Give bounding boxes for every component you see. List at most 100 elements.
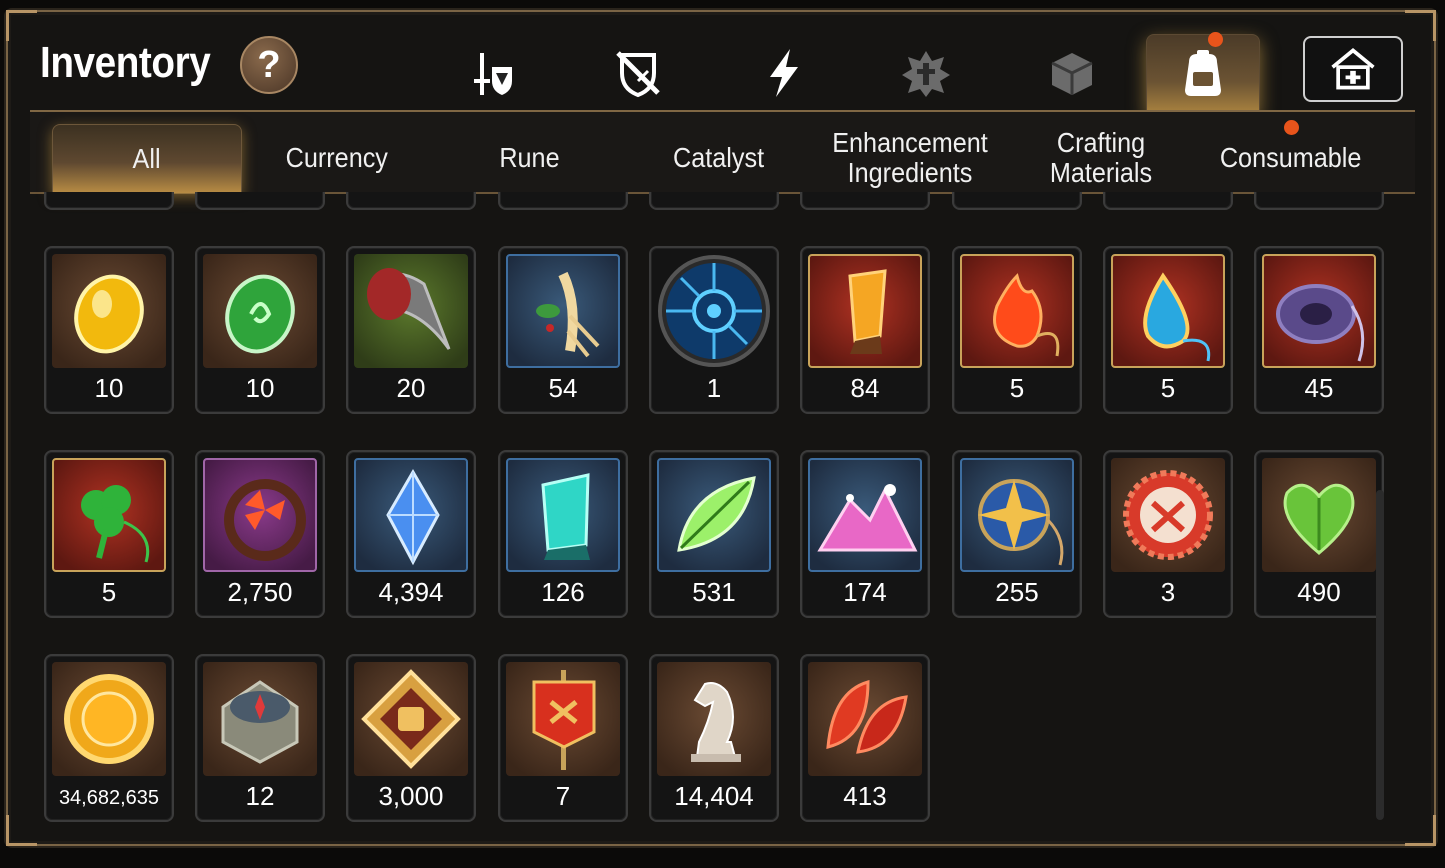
item-slot[interactable]: 34,682,635 [44, 654, 174, 822]
item-slot[interactable]: 12 [195, 654, 325, 822]
item-icon-frame [808, 458, 922, 572]
item-slot[interactable]: 14,404 [649, 654, 779, 822]
item-slot[interactable]: 531 [649, 450, 779, 618]
item-slot[interactable]: 3 [1103, 450, 1233, 618]
item-icon-frame [1111, 458, 1225, 572]
chess-knight-icon [691, 682, 741, 762]
compass-stone-icon [221, 680, 299, 764]
item-slot[interactable]: 45 [1254, 246, 1384, 414]
subtab-label: Rune [498, 142, 560, 173]
fire-pendant-icon [993, 273, 1060, 357]
amber-crystal-icon [848, 269, 887, 354]
housing-button[interactable] [1303, 36, 1403, 102]
item-icon-frame [1262, 458, 1376, 572]
item-icon-frame [52, 458, 166, 572]
item-slot[interactable]: 413 [800, 654, 930, 822]
green-gem-icon [225, 274, 295, 354]
heart-leaf-icon [1283, 483, 1355, 555]
fist-badge-icon [361, 669, 461, 769]
inventory-grid: 10 10 20 54 1 84 5 5 45 5 2,750 4,394 126 531 174 255 3 4… [30, 192, 1390, 832]
item-slot[interactable]: 255 [952, 450, 1082, 618]
tab-inventory-bag[interactable] [1146, 34, 1260, 113]
item-slot[interactable]: 4,394 [346, 450, 476, 618]
sword-shield-icon [474, 53, 512, 95]
tab-defense[interactable] [582, 34, 694, 112]
item-icon-frame [960, 254, 1074, 368]
item-slot[interactable] [44, 192, 174, 210]
blue-crystal-icon [386, 469, 440, 566]
subtab-label: Consumable [1220, 142, 1362, 173]
pink-ore-icon [817, 484, 918, 552]
item-quantity: 1 [706, 373, 722, 403]
root-herb-icon [536, 271, 600, 358]
item-slot[interactable]: 2,750 [195, 450, 325, 618]
leaf-icon [677, 476, 756, 552]
item-quantity: 531 [692, 577, 736, 607]
item-slot[interactable] [498, 192, 628, 210]
tab-skills[interactable] [728, 34, 840, 112]
tab-materials[interactable] [1016, 34, 1128, 112]
item-icon-frame [354, 254, 468, 368]
subtab-label: Enhancement Ingredients [832, 127, 988, 188]
lightning-icon [770, 49, 798, 97]
item-slot[interactable]: 5 [44, 450, 174, 618]
water-pendant-icon [1143, 272, 1211, 362]
star-pendant-icon [978, 479, 1064, 566]
item-quantity: 34,682,635 [58, 787, 160, 809]
item-slot[interactable]: 20 [346, 246, 476, 414]
item-slot[interactable] [952, 192, 1082, 210]
scrollbar[interactable] [1376, 490, 1384, 820]
item-slot[interactable]: 3,000 [346, 654, 476, 822]
item-quantity: 174 [843, 577, 887, 607]
item-quantity: 5 [1009, 373, 1025, 403]
item-slot[interactable]: 5 [952, 246, 1082, 414]
item-slot[interactable] [1103, 192, 1233, 210]
item-slot[interactable] [800, 192, 930, 210]
item-slot[interactable] [1254, 192, 1384, 210]
item-quantity: 5 [101, 577, 117, 607]
item-slot[interactable]: 126 [498, 450, 628, 618]
item-slot[interactable]: 10 [195, 246, 325, 414]
subtab-catalyst[interactable]: Catalyst [624, 124, 814, 192]
item-quantity: 490 [1297, 577, 1341, 607]
subtab-rune[interactable]: Rune [434, 124, 624, 192]
item-quantity: 413 [843, 781, 887, 811]
item-quantity: 84 [850, 373, 880, 403]
item-quantity: 10 [94, 373, 124, 403]
item-slot[interactable]: 5 [1103, 246, 1233, 414]
item-quantity: 255 [995, 577, 1039, 607]
item-icon-frame [657, 254, 771, 368]
help-label: ? [257, 43, 281, 86]
subtab-currency[interactable]: Currency [242, 124, 432, 192]
help-button[interactable]: ? [240, 36, 298, 94]
item-icon-frame [506, 458, 620, 572]
item-slot[interactable]: 7 [498, 654, 628, 822]
item-slot[interactable] [346, 192, 476, 210]
bottlecap-icon [1123, 470, 1213, 560]
red-leaves-icon [826, 680, 908, 754]
item-slot[interactable]: 10 [44, 246, 174, 414]
emblem-icon [902, 51, 950, 97]
item-quantity: 12 [245, 781, 275, 811]
item-quantity: 54 [548, 373, 578, 403]
item-icon-frame [960, 458, 1074, 572]
subtab-enhancement-ingredients[interactable]: Enhancement Ingredients [814, 124, 1006, 192]
item-slot[interactable]: 54 [498, 246, 628, 414]
tab-emblem[interactable] [870, 34, 982, 112]
item-icon-frame [354, 662, 468, 776]
item-icon-frame [203, 254, 317, 368]
item-slot[interactable]: 490 [1254, 450, 1384, 618]
page-title: Inventory [40, 38, 211, 87]
corner-ornament [1405, 815, 1436, 846]
item-quantity: 7 [555, 781, 571, 811]
item-slot[interactable] [195, 192, 325, 210]
tab-equipment[interactable] [438, 34, 550, 112]
item-slot[interactable]: 1 [649, 246, 779, 414]
item-slot[interactable]: 174 [800, 450, 930, 618]
notification-dot [1284, 120, 1299, 135]
item-slot[interactable]: 84 [800, 246, 930, 414]
corner-ornament [6, 10, 37, 41]
subtab-crafting-materials[interactable]: Crafting Materials [1006, 124, 1196, 192]
subtab-all[interactable]: All [52, 124, 242, 193]
item-slot[interactable] [649, 192, 779, 210]
